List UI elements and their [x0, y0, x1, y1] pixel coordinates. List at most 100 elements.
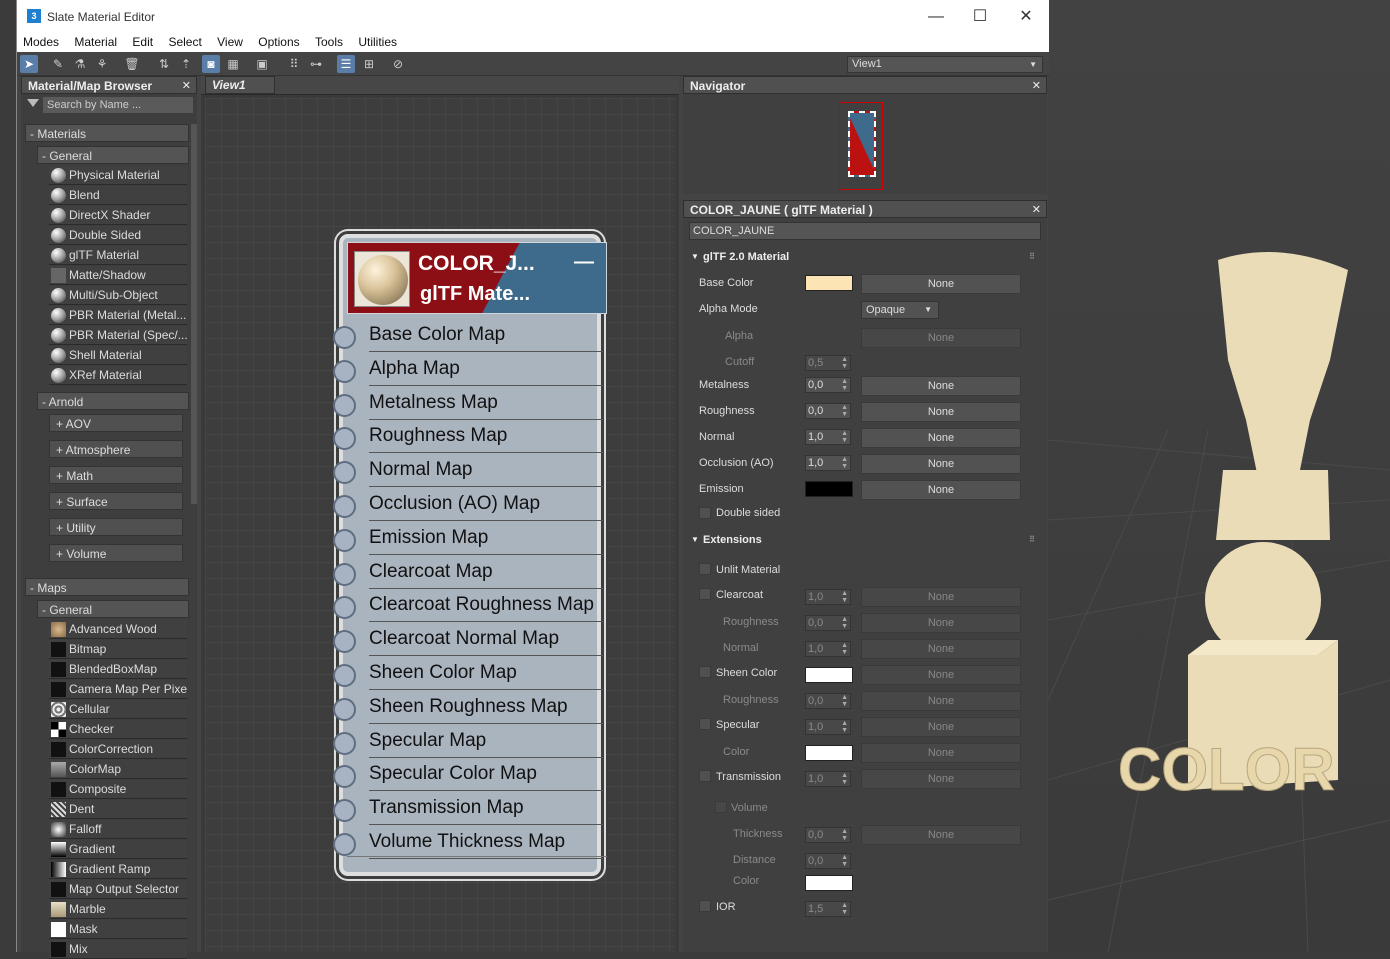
material-item-blend[interactable]: Blend	[49, 186, 187, 205]
node-canvas[interactable]: COLOR_J... glTF Mate... — Base Color Map…	[205, 98, 761, 952]
close-icon[interactable]: ✕	[1032, 77, 1041, 95]
metalness-spinner[interactable]: 0,0 ▲ ▼	[805, 377, 851, 393]
map-item-marble[interactable]: Marble	[49, 900, 187, 919]
double-sided-checkbox[interactable]	[699, 507, 711, 519]
category-maps[interactable]: - Maps	[25, 578, 189, 596]
material-item-physical-material[interactable]: Physical Material	[49, 166, 187, 185]
browser-scrollbar[interactable]	[191, 124, 197, 504]
base-color-swatch[interactable]	[805, 275, 853, 291]
view-selector[interactable]: View1 ▼	[847, 56, 1043, 73]
map-item-camera-map-per-pixel[interactable]: Camera Map Per Pixel	[49, 680, 187, 699]
material-item-double-sided[interactable]: Double Sided	[49, 226, 187, 245]
specular-color-swatch[interactable]	[805, 745, 853, 761]
input-socket-specular-map[interactable]	[333, 731, 356, 755]
slot-sheen-roughness-map[interactable]: Sheen Roughness Map	[369, 692, 605, 726]
close-icon[interactable]: ✕	[1032, 201, 1041, 219]
pick-icon[interactable]: ⚘	[93, 55, 111, 73]
search-input[interactable]: Search by Name ...	[43, 97, 193, 113]
delete-icon[interactable]: 🗑	[123, 55, 141, 73]
sheen-roughness-map-button[interactable]: None	[861, 691, 1021, 711]
slot-emission-map[interactable]: Emission Map	[369, 523, 605, 557]
clearcoat-normal-spinner[interactable]: 1,0 ▲ ▼	[805, 641, 851, 657]
input-socket-sheen-color-map[interactable]	[333, 664, 356, 687]
map-item-cellular[interactable]: Cellular	[49, 700, 187, 719]
normal-spinner[interactable]: 1,0 ▲ ▼	[805, 429, 851, 445]
map-item-gradient-ramp[interactable]: Gradient Ramp	[49, 860, 187, 879]
layout-all-icon[interactable]: ⠿	[285, 55, 303, 73]
emission-map-button[interactable]: None	[861, 480, 1021, 500]
material-item-xref-material[interactable]: XRef Material	[49, 366, 187, 385]
maximize-button[interactable]: ☐	[965, 6, 995, 28]
map-item-blendedboxmap[interactable]: BlendedBoxMap	[49, 660, 187, 679]
specular-color-map-button[interactable]: None	[861, 743, 1021, 763]
material-item-directx-shader[interactable]: DirectX Shader	[49, 206, 187, 225]
input-socket-occlusion-ao-map[interactable]	[333, 495, 356, 518]
sheen-roughness-spinner[interactable]: 0,0 ▲ ▼	[805, 693, 851, 709]
specular-map-button[interactable]: None	[861, 717, 1021, 737]
map-item-falloff[interactable]: Falloff	[49, 820, 187, 839]
menu-tools[interactable]: Tools	[309, 34, 349, 51]
metalness-map-button[interactable]: None	[861, 376, 1021, 396]
material-item-multi-sub-object[interactable]: Multi/Sub-Object	[49, 286, 187, 305]
material-browser-icon[interactable]: ☰	[337, 55, 355, 73]
layout-children-icon[interactable]: ⊶	[307, 55, 325, 73]
clearcoat-roughness-spinner[interactable]: 0,0 ▲ ▼	[805, 615, 851, 631]
arnold-group-utility[interactable]: + Utility	[49, 518, 183, 536]
node-header[interactable]: COLOR_J... glTF Mate... —	[347, 242, 607, 314]
thickness-map-button[interactable]: None	[861, 825, 1021, 845]
slot-alpha-map[interactable]: Alpha Map	[369, 354, 605, 388]
roughness-map-button[interactable]: None	[861, 402, 1021, 422]
material-item-gltf-material[interactable]: glTF Material	[49, 246, 187, 265]
minimize-button[interactable]: —	[921, 6, 951, 28]
slot-roughness-map[interactable]: Roughness Map	[369, 421, 605, 455]
thickness-spinner[interactable]: 0,0 ▲ ▼	[805, 827, 851, 843]
alpha-map-button[interactable]: None	[861, 328, 1021, 348]
map-item-advanced-wood[interactable]: Advanced Wood	[49, 620, 187, 639]
occlusion-map-button[interactable]: None	[861, 454, 1021, 474]
input-socket-clearcoat-map[interactable]	[333, 562, 356, 586]
close-button[interactable]: ✕	[1011, 6, 1041, 28]
volume-color-swatch[interactable]	[805, 875, 853, 891]
material-item-matte-shadow[interactable]: Matte/Shadow	[49, 266, 187, 285]
specular-checkbox[interactable]	[699, 718, 711, 730]
slot-specular-color-map[interactable]: Specular Color Map	[369, 759, 605, 793]
menu-modes[interactable]: Modes	[17, 34, 65, 51]
menu-material[interactable]: Material	[68, 34, 123, 51]
menu-utilities[interactable]: Utilities	[352, 34, 403, 51]
arnold-group-volume[interactable]: + Volume	[49, 544, 183, 562]
show-map-icon[interactable]: ◙	[202, 55, 220, 73]
rollout-gltf[interactable]: ▼ glTF 2.0 Material ⠿	[687, 248, 1041, 266]
input-socket-emission-map[interactable]	[333, 528, 356, 552]
material-name-field[interactable]: COLOR_JAUNE	[689, 222, 1041, 240]
normal-map-button[interactable]: None	[861, 428, 1021, 448]
sheen-checkbox[interactable]	[699, 666, 711, 678]
map-item-map-output-selector[interactable]: Map Output Selector	[49, 880, 187, 899]
material-item-shell-material[interactable]: Shell Material	[49, 346, 187, 365]
specular-spinner[interactable]: 1,0 ▲ ▼	[805, 719, 851, 735]
background-icon[interactable]: ▦	[224, 55, 242, 73]
map-item-checker[interactable]: Checker	[49, 720, 187, 739]
map-item-colorcorrection[interactable]: ColorCorrection	[49, 740, 187, 759]
map-item-gradient[interactable]: Gradient	[49, 840, 187, 859]
clearcoat-spinner[interactable]: 1,0 ▲ ▼	[805, 589, 851, 605]
slot-sheen-color-map[interactable]: Sheen Color Map	[369, 658, 605, 692]
emission-swatch[interactable]	[805, 481, 853, 497]
ior-checkbox[interactable]	[699, 900, 711, 912]
slot-occlusion-ao-map[interactable]: Occlusion (AO) Map	[369, 489, 605, 523]
menu-view[interactable]: View	[211, 34, 249, 51]
rollout-extensions[interactable]: ▼ Extensions ⠿	[687, 531, 1041, 549]
collapse-icon[interactable]: —	[574, 251, 594, 274]
alpha-mode-dropdown[interactable]: Opaque ▼	[861, 301, 939, 319]
search-options-icon[interactable]	[27, 99, 39, 107]
slot-specular-map[interactable]: Specular Map	[369, 726, 605, 760]
group-general[interactable]: - General	[37, 146, 189, 164]
map-item-dent[interactable]: Dent	[49, 800, 187, 819]
input-socket-sheen-roughness-map[interactable]	[333, 697, 356, 721]
roughness-spinner[interactable]: 0,0 ▲ ▼	[805, 403, 851, 419]
menu-options[interactable]: Options	[252, 34, 305, 51]
slot-base-color-map[interactable]: Base Color Map	[369, 320, 605, 354]
close-icon[interactable]: ✕	[182, 77, 191, 95]
navigator-viewport-frame[interactable]	[839, 102, 883, 190]
input-socket-volume-thickness-map[interactable]	[333, 833, 356, 856]
map-item-colormap[interactable]: ColorMap	[49, 760, 187, 779]
